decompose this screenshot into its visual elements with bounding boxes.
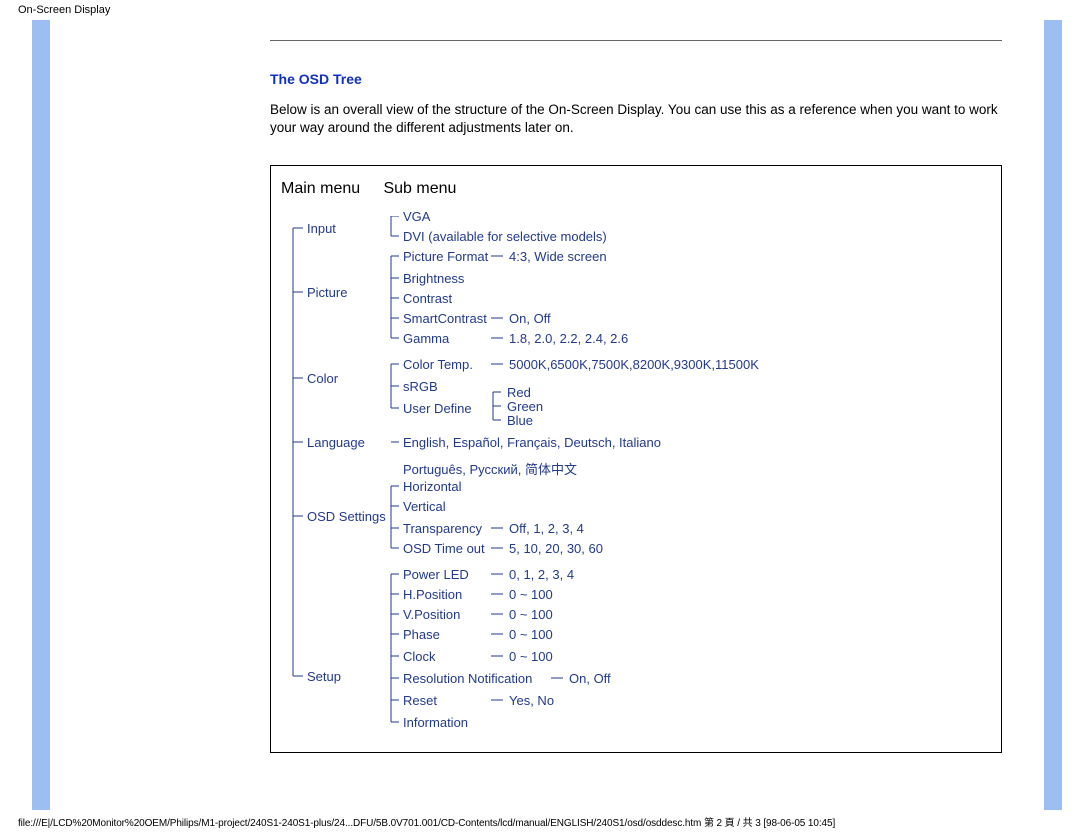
sub-pled: Power LED [403, 567, 469, 582]
sub-phase: Phase [403, 627, 440, 642]
page-top-title: On-Screen Display [0, 0, 1080, 20]
section-intro: Below is an overall view of the structur… [270, 101, 1002, 137]
right-margin-bar [1044, 20, 1062, 810]
sub-smart: SmartContrast [403, 311, 487, 326]
sub-vga: VGA [403, 209, 430, 224]
left-margin-bar [32, 20, 50, 810]
val-lang2: Português, Русский, 简体中文 [403, 459, 577, 478]
main-color: Color [307, 371, 338, 386]
val-transp: Off, 1, 2, 3, 4 [509, 521, 584, 536]
content-area: The OSD Tree Below is an overall view of… [270, 20, 1002, 753]
sub-resn: Resolution Notification [403, 671, 532, 686]
sub-hpos: H.Position [403, 587, 462, 602]
val-lang: English, Español, Français, Deutsch, Ita… [403, 435, 661, 450]
sub-horiz: Horizontal [403, 479, 462, 494]
main-input: Input [307, 221, 336, 236]
sub-clock: Clock [403, 649, 436, 664]
osd-tree-box: Main menu Sub menu [270, 165, 1002, 753]
val-gamma: 1.8, 2.0, 2.2, 2.4, 2.6 [509, 331, 628, 346]
main-language: Language [307, 435, 365, 450]
sub-osdtime: OSD Time out [403, 541, 485, 556]
val-coltemp: 5000K,6500K,7500K,8200K,9300K,11500K [509, 357, 759, 372]
val-vpos: 0 ~ 100 [509, 607, 553, 622]
sub-picfmt: Picture Format [403, 249, 488, 264]
col-sub: Sub menu [383, 180, 456, 198]
val-red: Red [507, 385, 531, 400]
column-headers: Main menu Sub menu [281, 180, 995, 198]
sub-transp: Transparency [403, 521, 482, 536]
footer-filepath: file:///E|/LCD%20Monitor%20OEM/Philips/M… [0, 810, 1080, 829]
val-clock: 0 ~ 100 [509, 649, 553, 664]
sub-srgb: sRGB [403, 379, 438, 394]
sub-dvi: DVI (available for selective models) [403, 229, 607, 244]
val-smart: On, Off [509, 311, 551, 326]
sub-reset: Reset [403, 693, 437, 708]
val-reset: Yes, No [509, 693, 554, 708]
divider [270, 40, 1002, 41]
val-pled: 0, 1, 2, 3, 4 [509, 567, 574, 582]
val-hpos: 0 ~ 100 [509, 587, 553, 602]
val-picfmt: 4:3, Wide screen [509, 249, 607, 264]
section-heading: The OSD Tree [270, 71, 1002, 87]
val-blue: Blue [507, 413, 533, 428]
sub-vpos: V.Position [403, 607, 460, 622]
sub-info: Information [403, 715, 468, 730]
sub-userdef: User Define [403, 401, 472, 416]
tree-lines [281, 216, 861, 746]
main-setup: Setup [307, 669, 341, 684]
val-green: Green [507, 399, 543, 414]
main-osd: OSD Settings [307, 509, 386, 524]
sub-coltemp: Color Temp. [403, 357, 473, 372]
val-phase: 0 ~ 100 [509, 627, 553, 642]
val-osdtime: 5, 10, 20, 30, 60 [509, 541, 603, 556]
sub-vert: Vertical [403, 499, 446, 514]
col-main: Main menu [281, 180, 379, 198]
val-resn: On, Off [569, 671, 611, 686]
osd-tree: Input Picture Color Language OSD Setting… [281, 216, 995, 746]
sub-contrast: Contrast [403, 291, 452, 306]
page-body: The OSD Tree Below is an overall view of… [32, 20, 1062, 810]
sub-bright: Brightness [403, 271, 464, 286]
main-picture: Picture [307, 285, 347, 300]
sub-gamma: Gamma [403, 331, 449, 346]
